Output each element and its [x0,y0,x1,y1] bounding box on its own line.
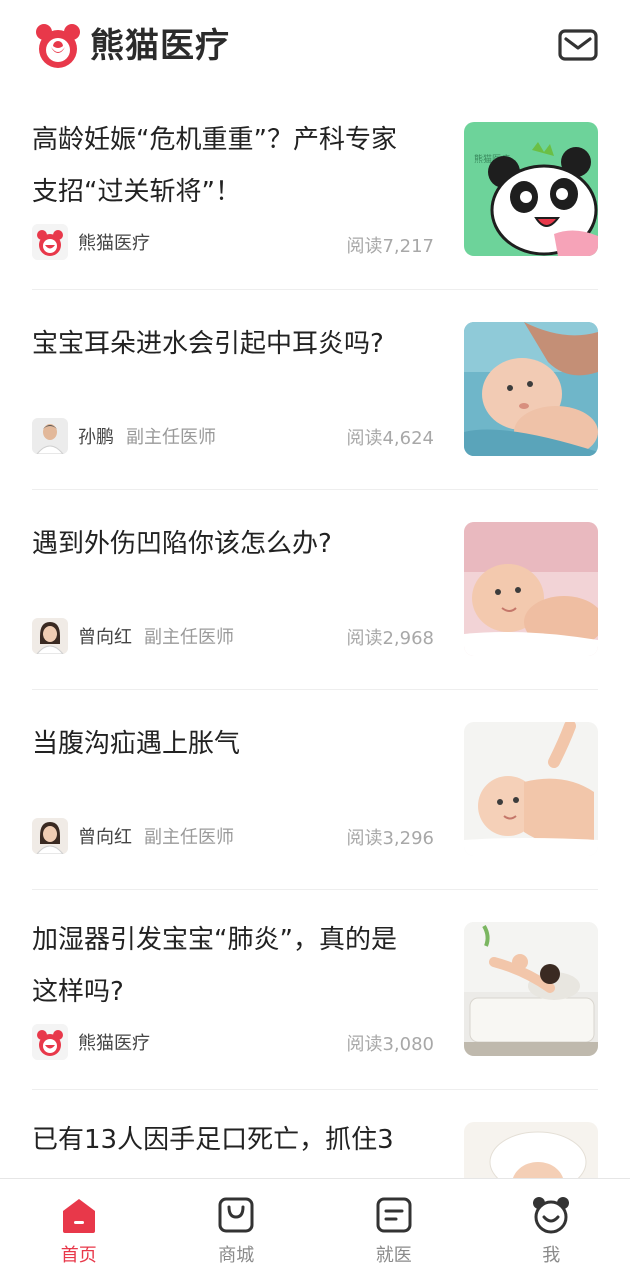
article-card[interactable]: 宝宝耳朵进水会引起中耳炎吗? 孙鹏 副主任医师 阅读4,624 [32,290,598,490]
read-count: 阅读2,968 [346,628,434,649]
author-avatar [32,224,68,260]
author-name: 孙鹏 [78,427,114,448]
article-title: 遇到外伤凹陷你该怎么办? [32,529,332,559]
author-role: 副主任医师 [144,627,234,648]
article-title: 宝宝耳朵进水会引起中耳炎吗? [32,329,384,359]
article-thumbnail [464,1122,598,1178]
app-logo: 熊猫医疗 [34,22,230,70]
baby-massage-image [464,722,598,856]
article-thumbnail [464,722,598,856]
author-avatar [32,618,68,654]
article-card[interactable]: 加湿器引发宝宝“肺炎”，真的是这样吗? 熊猫医疗 阅读3,080 [32,890,598,1090]
tab-shop[interactable]: 商城 [158,1179,316,1280]
article-thumbnail [464,322,598,456]
author-role: 副主任医师 [126,427,216,448]
article-card[interactable]: 已有13人因手足口死亡，抓住3 [32,1090,598,1178]
app-header: 熊猫医疗 [0,0,630,92]
doctor-photo [32,818,68,854]
article-title: 加湿器引发宝宝“肺炎”，真的是这样吗? [32,925,397,1007]
author-name: 熊猫医疗 [78,1033,150,1054]
doctor-photo [32,418,68,454]
panda-logo-icon [32,1024,68,1060]
clinic-card-icon [376,1197,412,1233]
article-thumbnail [464,522,598,656]
author-name: 曾向红 [78,827,132,848]
article-title: 高龄妊娠“危机重重”？产科专家支招“过关斩将”！ [32,125,397,207]
article-card[interactable]: 当腹沟疝遇上胀气 曾向红 副主任医师 阅读3,296 [32,690,598,890]
article-feed[interactable]: 高龄妊娠“危机重重”？产科专家支招“过关斩将”！ 熊猫医疗 阅读7,217 熊猫… [0,92,630,1178]
article-title: 已有13人因手足口死亡，抓住3 [32,1125,394,1155]
baby-lying-image [464,522,598,656]
mother-baby-bed-image [464,922,598,1056]
author-avatar [32,818,68,854]
read-count: 阅读7,217 [346,236,434,257]
bottom-tab-bar: 首页 商城 就医 我 [0,1178,630,1280]
author-name: 熊猫医疗 [78,233,150,254]
article-thumbnail [464,922,598,1056]
baby-bath-image [464,322,598,456]
tab-home[interactable]: 首页 [0,1179,158,1280]
author-avatar [32,418,68,454]
home-icon [62,1199,95,1233]
mail-icon[interactable] [558,26,598,64]
article-thumbnail: 熊猫医疗 [464,122,598,256]
panda-face-icon [533,1197,570,1234]
tab-label: 就医 [375,1245,412,1266]
panda-cartoon-image: 熊猫医疗 [464,122,598,256]
author-role: 副主任医师 [144,827,234,848]
author-name: 曾向红 [78,627,132,648]
tab-label: 首页 [60,1245,97,1266]
article-card[interactable]: 高龄妊娠“危机重重”？产科专家支招“过关斩将”！ 熊猫医疗 阅读7,217 熊猫… [32,92,598,290]
panda-logo-icon [36,24,80,68]
tab-label: 商城 [218,1245,255,1266]
read-count: 阅读4,624 [346,428,434,449]
panda-logo-icon [32,224,68,260]
tab-me[interactable]: 我 [473,1179,630,1280]
article-card[interactable]: 遇到外伤凹陷你该怎么办? 曾向红 副主任医师 阅读2,968 [32,490,598,690]
shop-bag-icon [218,1197,254,1233]
app-name: 熊猫医疗 [90,26,230,66]
baby-towel-image [464,1122,598,1178]
tab-clinic[interactable]: 就医 [315,1179,473,1280]
read-count: 阅读3,080 [346,1034,434,1055]
doctor-photo [32,618,68,654]
tab-label: 我 [542,1245,561,1266]
read-count: 阅读3,296 [346,828,434,849]
article-title: 当腹沟疝遇上胀气 [32,729,241,759]
author-avatar [32,1024,68,1060]
